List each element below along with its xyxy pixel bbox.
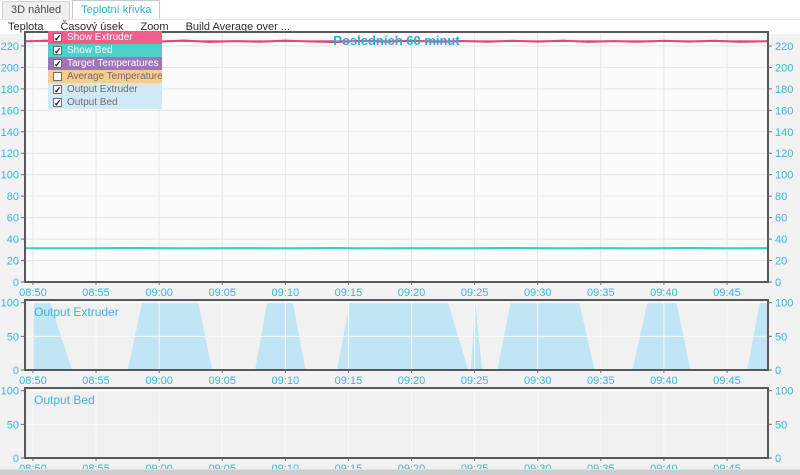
checkbox-icon[interactable]: [53, 59, 62, 68]
svg-text:09:15: 09:15: [335, 287, 363, 299]
legend: Show Extruder Show Bed Target Temperatur…: [48, 31, 162, 109]
svg-text:09:05: 09:05: [208, 287, 236, 299]
legend-item-output-bed[interactable]: Output Bed: [48, 96, 162, 109]
svg-text:08:50: 08:50: [19, 287, 47, 299]
svg-text:08:55: 08:55: [82, 287, 110, 299]
checkbox-icon[interactable]: [53, 72, 62, 81]
svg-text:09:30: 09:30: [524, 287, 552, 299]
svg-text:08:50: 08:50: [19, 375, 47, 387]
svg-text:09:25: 09:25: [461, 375, 489, 387]
legend-label: Show Extruder: [67, 32, 133, 43]
svg-text:0: 0: [775, 277, 781, 289]
legend-label: Output Bed: [67, 97, 118, 108]
svg-text:100: 100: [1, 298, 19, 310]
svg-text:60: 60: [7, 213, 19, 225]
legend-item-show-bed[interactable]: Show Bed: [48, 44, 162, 57]
svg-text:180: 180: [775, 84, 793, 96]
svg-text:09:45: 09:45: [713, 287, 741, 299]
svg-text:0: 0: [775, 453, 781, 465]
legend-item-target-temperatures[interactable]: Target Temperatures: [48, 57, 162, 70]
svg-text:09:00: 09:00: [145, 287, 173, 299]
svg-text:Output Extruder: Output Extruder: [34, 305, 119, 319]
svg-text:0: 0: [13, 453, 19, 465]
svg-text:0: 0: [13, 365, 19, 377]
svg-text:09:25: 09:25: [461, 287, 489, 299]
svg-text:100: 100: [775, 170, 793, 182]
svg-text:09:15: 09:15: [335, 375, 363, 387]
svg-text:100: 100: [1, 170, 19, 182]
svg-text:80: 80: [7, 191, 19, 203]
checkbox-icon[interactable]: [53, 46, 62, 55]
svg-text:140: 140: [1, 127, 19, 139]
svg-text:Output Bed: Output Bed: [34, 393, 95, 407]
svg-text:60: 60: [775, 213, 787, 225]
legend-item-average-temperatures[interactable]: Average Temperatures: [48, 70, 162, 83]
svg-text:50: 50: [7, 419, 19, 431]
svg-text:40: 40: [7, 234, 19, 246]
svg-text:100: 100: [775, 298, 793, 310]
checkbox-icon[interactable]: [53, 98, 62, 107]
svg-text:220: 220: [1, 41, 19, 53]
svg-text:09:40: 09:40: [650, 287, 678, 299]
svg-text:20: 20: [775, 256, 787, 268]
checkbox-icon[interactable]: [53, 85, 62, 94]
legend-item-output-extruder[interactable]: Output Extruder: [48, 83, 162, 96]
bottom-edge-bar: [0, 469, 800, 475]
svg-text:200: 200: [775, 62, 793, 74]
svg-text:09:00: 09:00: [145, 375, 173, 387]
svg-text:220: 220: [775, 41, 793, 53]
svg-text:09:20: 09:20: [398, 375, 426, 387]
svg-text:09:40: 09:40: [650, 375, 678, 387]
svg-text:50: 50: [775, 419, 787, 431]
svg-text:50: 50: [775, 331, 787, 343]
legend-label: Average Temperatures: [67, 71, 162, 82]
svg-text:120: 120: [775, 148, 793, 160]
legend-label: Output Extruder: [67, 84, 138, 95]
svg-text:09:10: 09:10: [272, 287, 300, 299]
svg-text:80: 80: [775, 191, 787, 203]
svg-text:200: 200: [1, 62, 19, 74]
svg-text:100: 100: [775, 386, 793, 398]
legend-label: Target Temperatures: [67, 58, 159, 69]
svg-text:180: 180: [1, 84, 19, 96]
svg-text:20: 20: [7, 256, 19, 268]
legend-item-show-extruder[interactable]: Show Extruder: [48, 31, 162, 44]
svg-text:09:35: 09:35: [587, 375, 615, 387]
svg-text:09:45: 09:45: [713, 375, 741, 387]
svg-text:09:30: 09:30: [524, 375, 552, 387]
legend-label: Show Bed: [67, 45, 113, 56]
svg-text:140: 140: [775, 127, 793, 139]
svg-text:09:20: 09:20: [398, 287, 426, 299]
svg-text:09:35: 09:35: [587, 287, 615, 299]
svg-text:0: 0: [775, 365, 781, 377]
svg-text:160: 160: [1, 105, 19, 117]
svg-text:09:05: 09:05: [208, 375, 236, 387]
svg-text:50: 50: [7, 331, 19, 343]
svg-text:40: 40: [775, 234, 787, 246]
svg-text:100: 100: [1, 386, 19, 398]
svg-text:09:10: 09:10: [272, 375, 300, 387]
checkbox-icon[interactable]: [53, 33, 62, 42]
svg-text:08:55: 08:55: [82, 375, 110, 387]
svg-text:160: 160: [775, 105, 793, 117]
svg-text:120: 120: [1, 148, 19, 160]
svg-text:0: 0: [13, 277, 19, 289]
